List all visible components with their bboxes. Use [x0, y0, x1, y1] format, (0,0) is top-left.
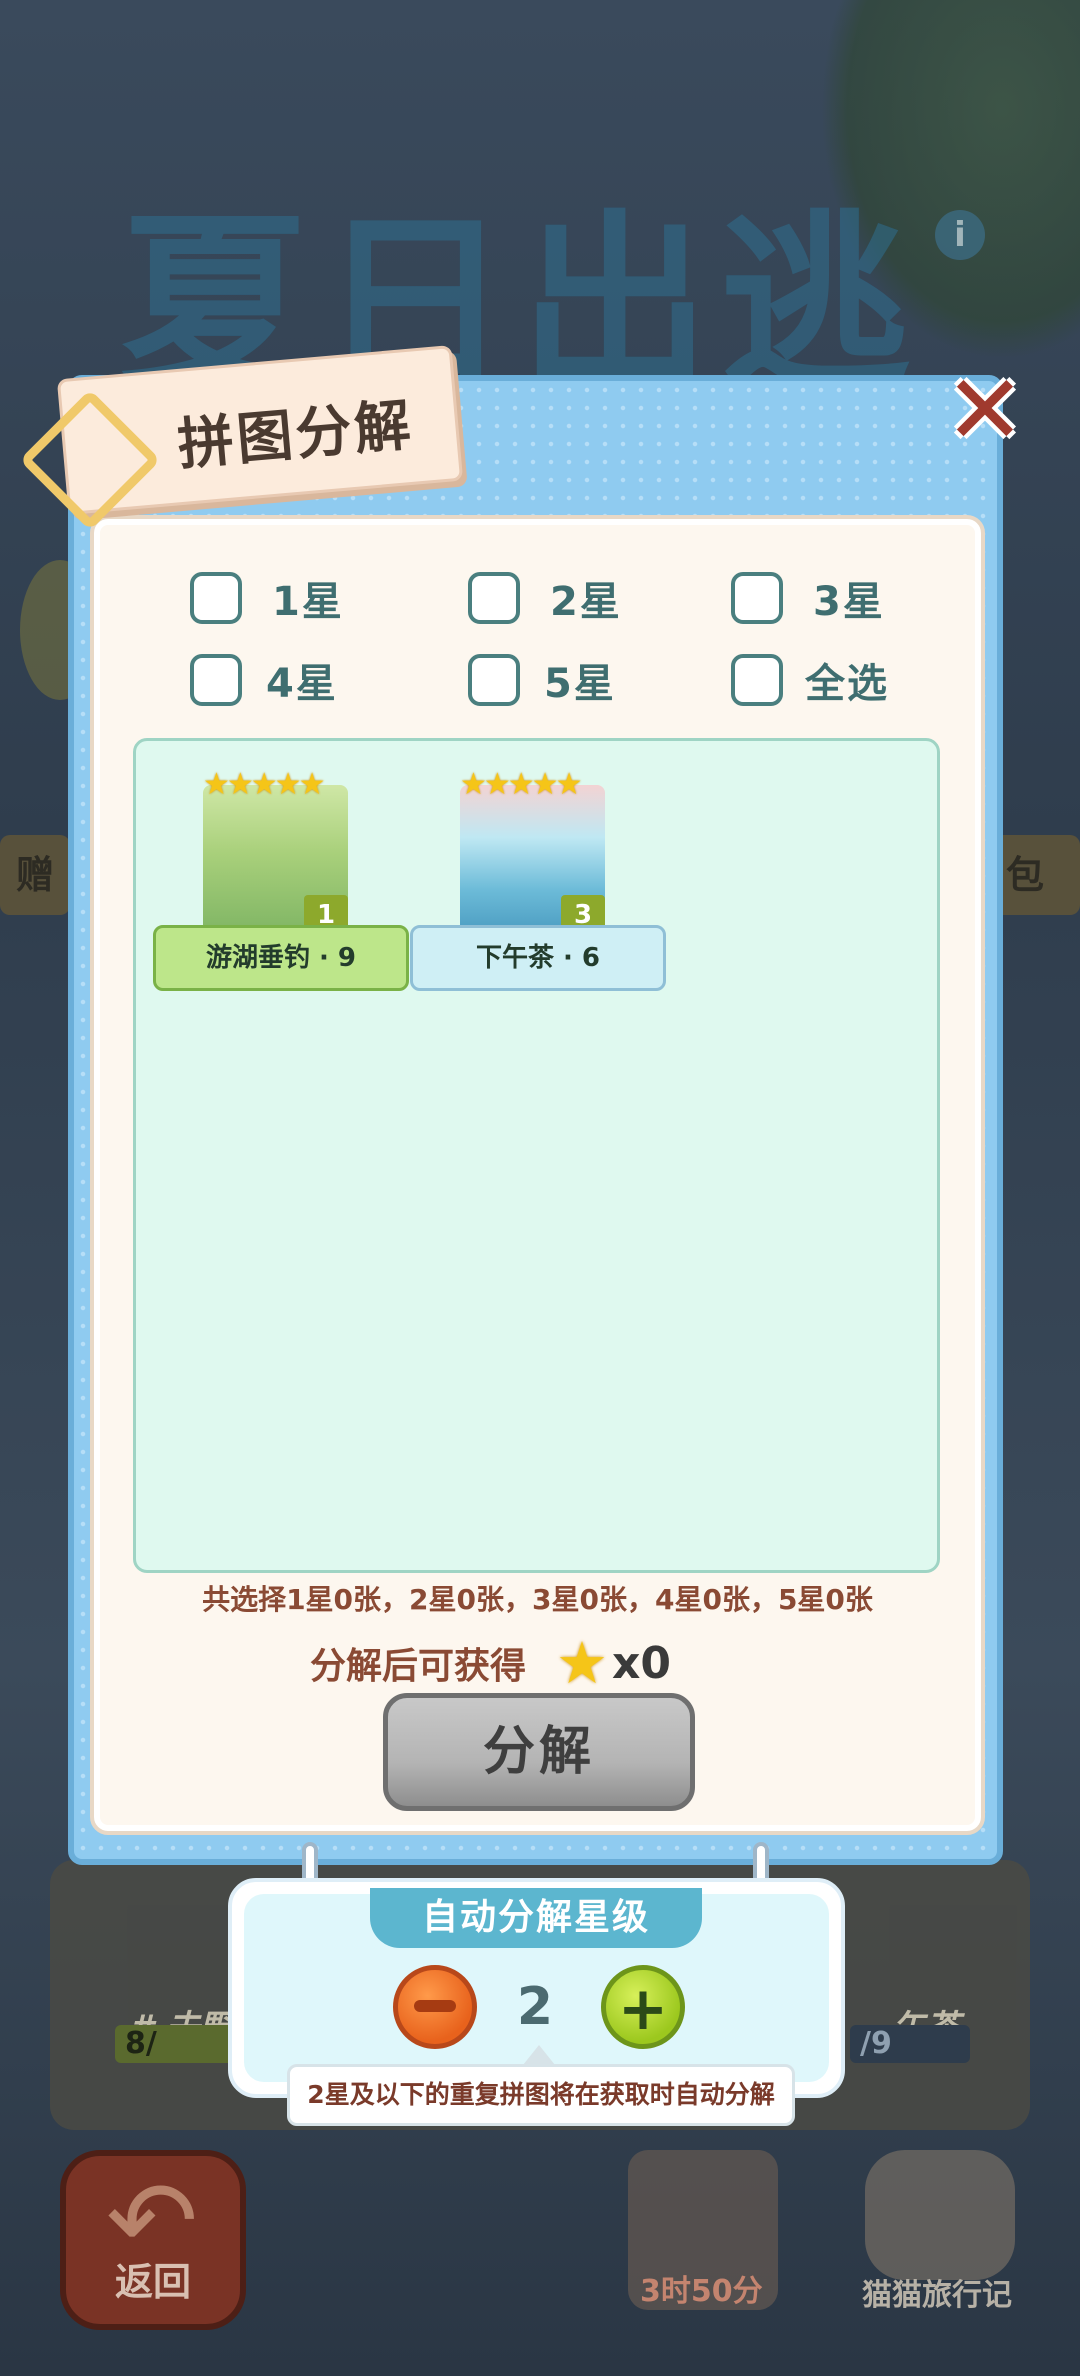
close-button[interactable]: ✕ — [940, 362, 1030, 458]
tooltip-pointer — [523, 2045, 555, 2065]
filter-select-all[interactable]: 全选 — [731, 650, 889, 710]
star-rating-icon: ★★★★★ — [203, 767, 325, 802]
filter-label: 4星 — [266, 661, 338, 707]
progress-left: 8/ — [115, 2025, 235, 2063]
puzzle-card[interactable]: ★★★★★ 1 游湖垂钓 · 9 — [153, 745, 409, 995]
filter-5-star[interactable]: 5星 — [468, 650, 616, 710]
decompose-button[interactable]: 分解 — [383, 1693, 695, 1811]
cat-travel-icon[interactable] — [865, 2150, 1015, 2280]
progress-left-label: 8/ — [125, 2026, 157, 2061]
card-name: 游湖垂钓 · 9 — [153, 925, 409, 991]
filter-3-star[interactable]: 3星 — [731, 568, 885, 628]
filter-label: 5星 — [544, 661, 616, 707]
decrease-level-button[interactable] — [393, 1965, 477, 2049]
modal-title: 拼图分解 — [175, 392, 416, 479]
minus-icon — [414, 2000, 456, 2012]
gift-band-right: 包 — [990, 835, 1080, 915]
decompose-button-label: 分解 — [482, 1722, 595, 1782]
filter-2-star[interactable]: 2星 — [468, 568, 622, 628]
selection-summary: 共选择1星0张，2星0张，3星0张，4星0张，5星0张 — [202, 1583, 873, 1616]
auto-decompose-header: 自动分解星级 — [370, 1888, 702, 1948]
increase-level-button[interactable]: + — [601, 1965, 685, 2049]
filter-1-star[interactable]: 1星 — [190, 568, 344, 628]
filter-label: 全选 — [805, 661, 889, 707]
checkbox-icon[interactable] — [190, 572, 242, 624]
star-currency-icon: ★ — [556, 1629, 609, 1697]
checkbox-icon[interactable] — [731, 654, 783, 706]
event-title: 夏日出逃记 — [120, 194, 921, 690]
auto-decompose-tooltip: 2星及以下的重复拼图将在获取时自动分解 — [287, 2064, 795, 2126]
puzzle-card[interactable]: ★★★★★ 3 下午茶 · 6 — [410, 745, 666, 995]
info-icon[interactable]: i — [935, 210, 985, 260]
filter-label: 2星 — [550, 579, 622, 625]
gift-band-left: 赠 — [0, 835, 70, 915]
gift-band-left-label: 赠 — [16, 853, 55, 897]
reward-label: 分解后可获得 — [310, 1646, 527, 1687]
checkbox-icon[interactable] — [468, 572, 520, 624]
plus-icon: + — [617, 1974, 669, 2044]
card-name: 下午茶 · 6 — [410, 925, 666, 991]
filter-label: 1星 — [272, 579, 344, 625]
reward-count: x0 — [612, 1637, 672, 1689]
checkbox-icon[interactable] — [731, 572, 783, 624]
checkbox-icon[interactable] — [468, 654, 520, 706]
progress-right-label: /9 — [860, 2026, 892, 2061]
back-button[interactable]: ↶ 返回 — [60, 2150, 246, 2330]
progress-right: /9 — [850, 2025, 970, 2063]
back-button-label: 返回 — [114, 2260, 191, 2304]
auto-decompose-level: 2 — [516, 1977, 554, 2037]
filter-4-star[interactable]: 4星 — [190, 650, 338, 710]
checkbox-icon[interactable] — [190, 654, 242, 706]
star-rating-icon: ★★★★★ — [460, 767, 582, 802]
reward-row: 分解后可获得 ★ x0 — [310, 1628, 671, 1698]
timer-label: 3时50分 — [640, 2274, 763, 2309]
filter-label: 3星 — [813, 579, 885, 625]
cat-travel-label: 猫猫旅行记 — [862, 2278, 1012, 2313]
